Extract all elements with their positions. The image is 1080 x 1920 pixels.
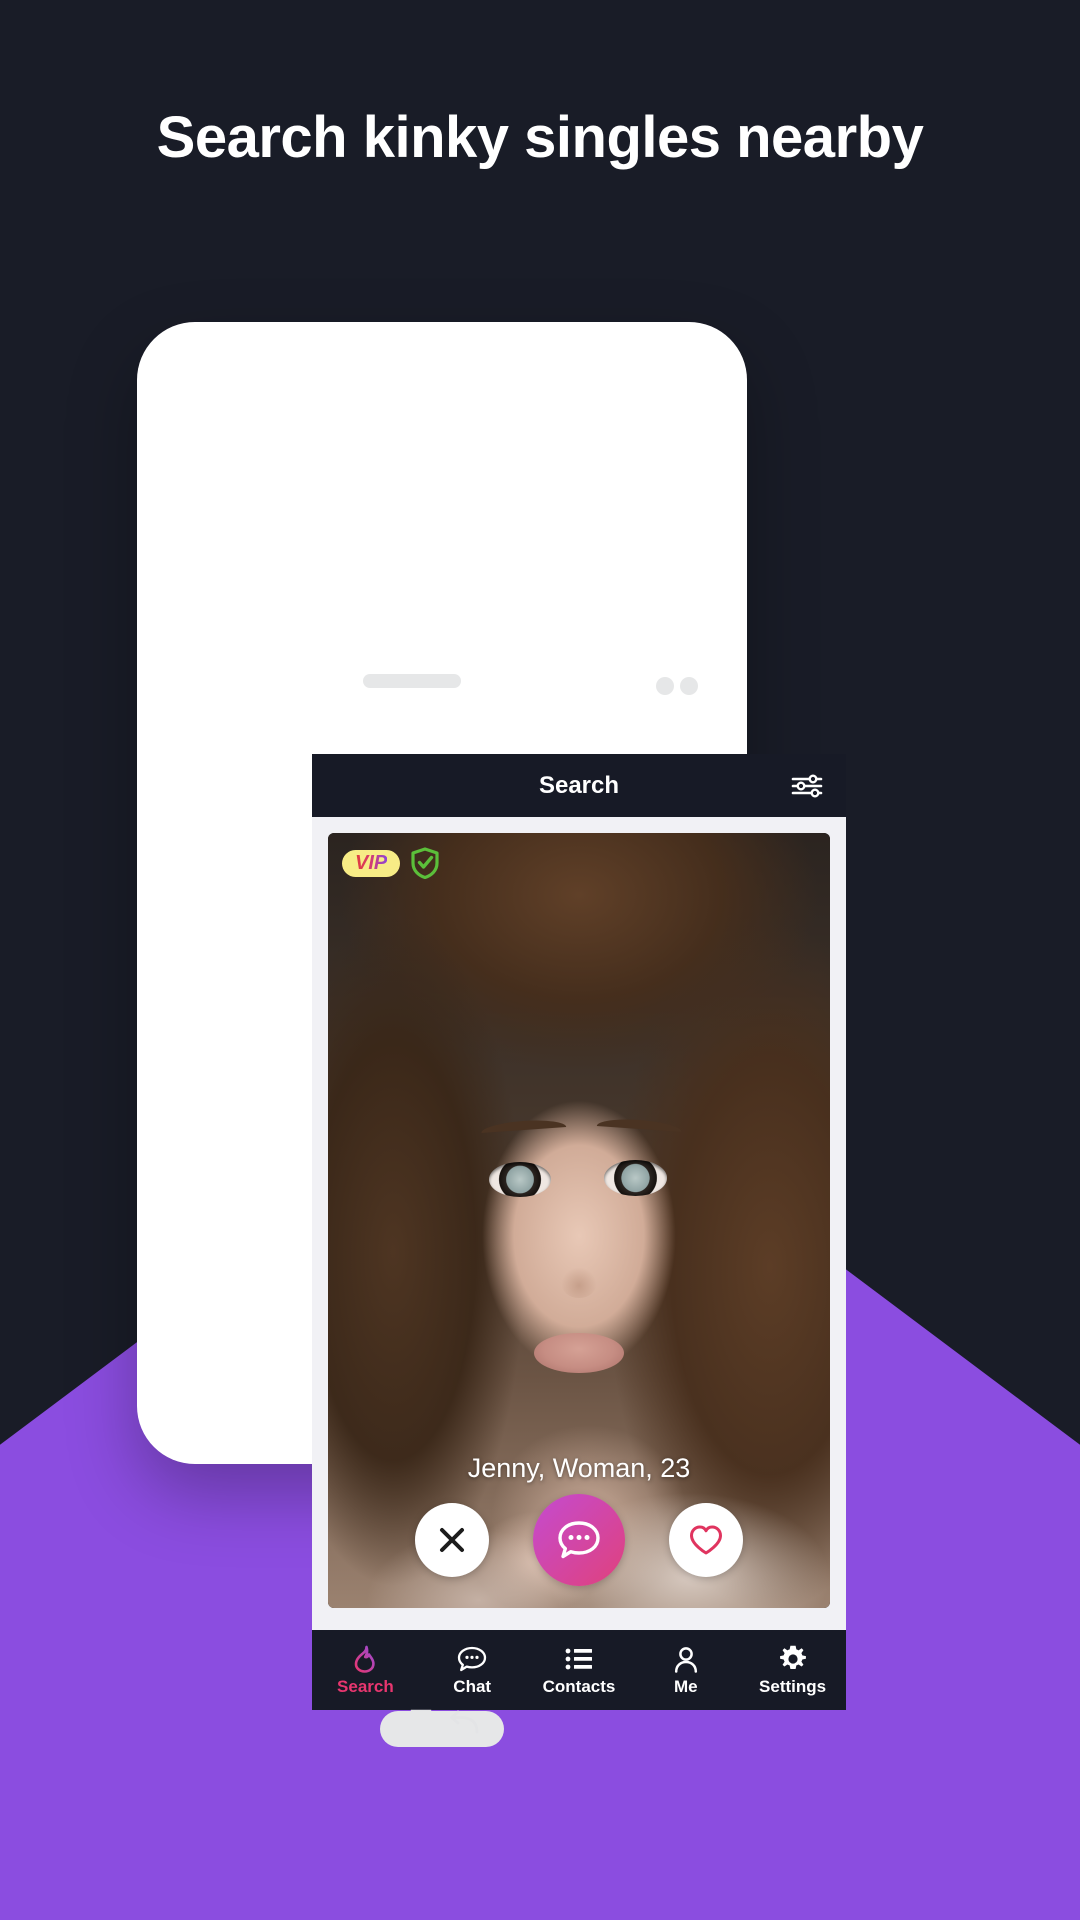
- heart-icon: [690, 1525, 722, 1555]
- profile-card-area: VIP Jenny, Woman, 23: [312, 817, 846, 1710]
- nav-item-me[interactable]: Me: [632, 1646, 739, 1695]
- shield-check-icon: [410, 847, 440, 880]
- nav-label: Chat: [453, 1676, 492, 1696]
- nav-item-chat[interactable]: Chat: [419, 1646, 526, 1695]
- profile-name-line: Jenny, Woman, 23: [467, 1453, 691, 1483]
- photo-detail: [480, 1118, 567, 1134]
- nav-label: Contacts: [542, 1676, 616, 1696]
- profile-badges: VIP: [342, 847, 440, 880]
- nav-item-settings[interactable]: Settings: [739, 1645, 846, 1696]
- photo-detail: [488, 1161, 552, 1198]
- profile-card[interactable]: VIP Jenny, Woman, 23: [328, 833, 830, 1608]
- app-screen: Search VIP Jenny, Woman, 23 Search Chat …: [312, 754, 846, 1710]
- gear-icon: [779, 1645, 807, 1673]
- app-title: Search: [538, 771, 620, 799]
- phone-speaker: [363, 674, 461, 688]
- nav-item-contacts[interactable]: Contacts: [526, 1646, 633, 1695]
- phone-sensor-icon: [656, 677, 674, 695]
- like-button[interactable]: [669, 1503, 743, 1577]
- photo-detail: [604, 1160, 667, 1196]
- profile-photo: [328, 833, 830, 1608]
- close-x-icon: [440, 1528, 464, 1552]
- nav-label: Me: [673, 1676, 698, 1696]
- vip-badge-label: VIP: [355, 851, 388, 874]
- message-button[interactable]: [533, 1494, 625, 1586]
- photo-detail: [533, 1332, 625, 1374]
- nav-item-search[interactable]: Search: [312, 1645, 419, 1696]
- page-title: Search kinky singles nearby: [156, 105, 924, 170]
- profile-actions: [328, 1494, 830, 1586]
- home-pill[interactable]: [380, 1711, 504, 1747]
- back-arrow-icon[interactable]: [447, 1710, 479, 1736]
- bottom-navigation: Search Chat Contacts Me Settings: [312, 1630, 846, 1710]
- photo-detail: [561, 1267, 597, 1298]
- vip-badge: VIP: [342, 849, 401, 877]
- phone-camera-icon: [680, 677, 698, 695]
- flame-icon: [352, 1645, 378, 1673]
- pass-button[interactable]: [415, 1503, 489, 1577]
- photo-detail: [596, 1116, 683, 1132]
- app-header: Search: [312, 754, 846, 817]
- phone-mockup: Search VIP Jenny, Woman, 23 Search Chat …: [137, 322, 846, 1747]
- chat-bubble-icon: [558, 1521, 600, 1559]
- chat-bubble-icon: [457, 1646, 487, 1673]
- person-icon: [673, 1646, 699, 1673]
- nav-label: Search: [337, 1676, 394, 1696]
- list-icon: [565, 1646, 593, 1673]
- sliders-icon[interactable]: [790, 771, 824, 801]
- nav-label: Settings: [759, 1676, 827, 1696]
